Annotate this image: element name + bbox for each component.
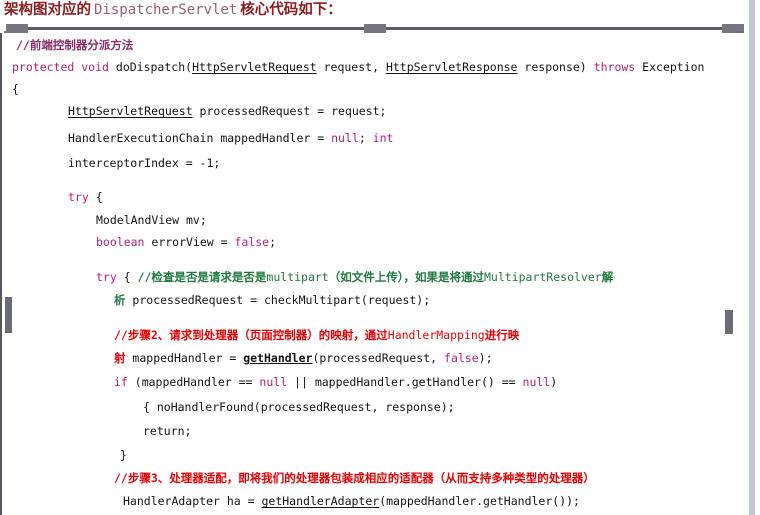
page-title-suffix: 核心代码如下： — [240, 2, 342, 18]
token-param-request: request, — [316, 60, 386, 74]
token-boolean: boolean — [96, 235, 145, 249]
token-errorview: errorView = — [144, 235, 235, 249]
code-line-open-brace: { — [12, 82, 19, 96]
right-edge-strip — [749, 0, 755, 515]
comment-multipart-keyword: multipart — [266, 270, 329, 284]
token-type-httpservletrequest: HttpServletRequest — [192, 60, 317, 74]
token-gethandler-close: ); — [478, 351, 493, 365]
code-line-if-null-check: if (mappedHandler == null || mappedHandl… — [114, 376, 557, 389]
token-try-1: try — [68, 190, 89, 204]
comment-step2-part2: 进行映 — [484, 328, 520, 342]
code-line-method-signature: protected void doDispatch(HttpServletReq… — [12, 61, 704, 74]
code-line-comment-dispatch: //前端控制器分派方法 — [16, 38, 134, 52]
token-void: void — [81, 60, 109, 74]
comment-multipart-tail: 析 — [114, 293, 126, 307]
page-title: 架构图对应的 DispatcherServlet 核心代码如下： — [4, 0, 342, 21]
token-assign-request: processedRequest = request; — [192, 104, 387, 118]
rail-cap-middle — [364, 24, 386, 33]
code-line-mapped-handler-decl: HandlerExecutionChain mappedHandler = nu… — [68, 132, 393, 145]
token-protected: protected — [12, 60, 75, 74]
token-int: int — [372, 131, 394, 145]
token-if-cond-2: || mappedHandler.getHandler() == — [287, 375, 523, 389]
token-brace-2: { — [116, 270, 138, 284]
token-space-2 — [109, 60, 116, 74]
code-block-panel: //前端控制器分派方法 protected void doDispatch(Ht… — [0, 33, 760, 515]
token-param-response: response) — [517, 60, 587, 74]
token-type-httpservletrequest-2: HttpServletRequest — [68, 104, 193, 118]
token-null-2: null — [259, 375, 288, 389]
token-method-gethandleradapter: getHandlerAdapter — [261, 494, 380, 508]
code-line-try-multipart: try { //检查是否是请求是否是multipart（如文件上传），如果是将通… — [96, 271, 613, 284]
comment-step2-part1: //步骤2、请求到处理器（页面控制器）的映射，通过 — [114, 328, 388, 342]
token-throws: throws — [593, 60, 636, 74]
token-exception: Exception — [642, 60, 705, 74]
token-if-close: ) — [550, 375, 558, 389]
code-line-try-outer: try { — [68, 191, 103, 204]
code-line-handler-adapter: HandlerAdapter ha = getHandlerAdapter(ma… — [123, 495, 580, 508]
token-brace-1: { — [88, 190, 103, 204]
token-if: if — [114, 375, 128, 389]
token-mapped-handler-assign: mappedHandler = — [125, 351, 244, 365]
comment-multipart-part3: 解 — [601, 270, 614, 284]
code-line-processed-request: HttpServletRequest processedRequest = re… — [68, 105, 387, 118]
token-semicolon-1: ; — [358, 131, 373, 145]
token-if-cond-1: (mappedHandler == — [127, 375, 260, 389]
code-line-get-handler: 射 mappedHandler = getHandler(processedRe… — [114, 352, 493, 365]
token-null-3: null — [522, 375, 551, 389]
token-check-multipart: processedRequest = checkMultipart(reques… — [125, 293, 431, 307]
code-listing: //前端控制器分派方法 protected void doDispatch(Ht… — [2, 33, 747, 515]
comment-multipart-resolver: MultipartResolver — [483, 270, 602, 284]
token-gethandleradapter-args: (mappedHandler.getHandler()); — [379, 494, 580, 508]
page-title-class-name: DispatcherServlet — [94, 2, 238, 18]
token-semicolon-2: ; — [269, 235, 277, 249]
token-handlerexecutionchain: HandlerExecutionChain mappedHandler = — [68, 131, 332, 145]
comment-step2-handlermapping: HandlerMapping — [387, 328, 485, 342]
token-null-1: null — [331, 131, 359, 145]
code-line-check-multipart: 析 processedRequest = checkMultipart(requ… — [114, 294, 430, 307]
code-line-error-view: boolean errorView = false; — [96, 236, 276, 249]
code-line-comment-step2: //步骤2、请求到处理器（页面控制器）的映射，通过HandlerMapping进… — [114, 329, 519, 342]
comment-multipart-part2: （如文件上传），如果是将通过 — [328, 270, 484, 284]
token-handleradapter-decl: HandlerAdapter ha = — [123, 494, 262, 508]
token-gethandler-args: (processedRequest, — [312, 351, 445, 365]
token-try-2: try — [96, 270, 117, 284]
code-line-interceptor-index: interceptorIndex = -1; — [68, 156, 221, 170]
code-line-model-and-view: ModelAndView mv; — [96, 213, 207, 227]
code-line-return: return; — [143, 424, 192, 438]
code-line-no-handler-found: { noHandlerFound(processedRequest, respo… — [143, 400, 455, 414]
token-false-2: false — [444, 351, 479, 365]
code-line-close-brace: } — [120, 448, 127, 462]
token-false-1: false — [234, 235, 270, 249]
comment-step2-tail: 射 — [114, 351, 126, 365]
token-space-3 — [587, 60, 594, 74]
token-method-gethandler: getHandler — [243, 351, 313, 365]
code-line-comment-step3: //步骤3、处理器适配，即将我们的处理器包装成相应的适配器（从而支持多种类型的处… — [114, 471, 595, 485]
comment-multipart-part1: //检查是否是请求是否是 — [137, 270, 267, 284]
page-title-prefix: 架构图对应的 — [4, 2, 91, 18]
token-method-name: doDispatch( — [115, 60, 193, 74]
token-type-httpservletresponse: HttpServletResponse — [385, 60, 518, 74]
